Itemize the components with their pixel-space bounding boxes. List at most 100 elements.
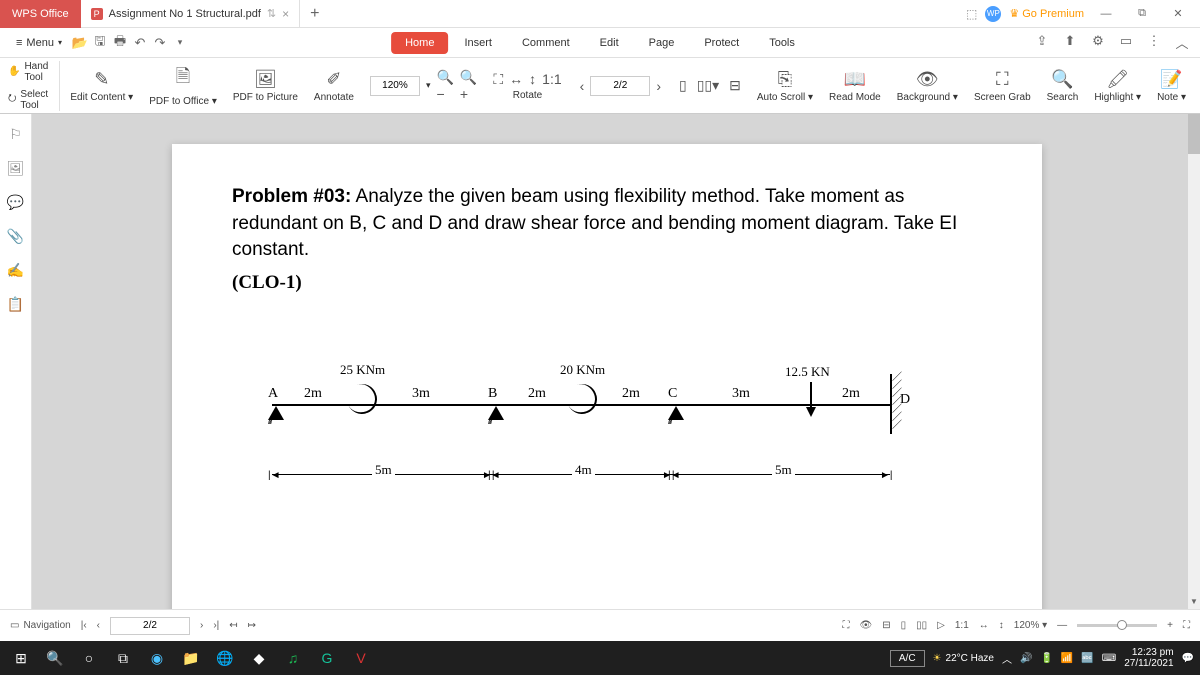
nav-back-icon[interactable]: ↤ <box>229 620 237 631</box>
minimize-button[interactable]: — <box>1092 8 1120 20</box>
highlight-button[interactable]: 🖍Highlight ▾ <box>1088 69 1147 103</box>
upload-icon[interactable]: ⬆ <box>1060 33 1080 52</box>
taskbar-search-icon[interactable]: 🔍 <box>40 644 70 672</box>
read-mode-button[interactable]: 📖Read Mode <box>823 69 887 103</box>
share-icon[interactable]: ⇪ <box>1032 33 1052 52</box>
single-status-icon[interactable]: ▯ <box>901 620 907 631</box>
width-status-icon[interactable]: ↔ <box>979 620 989 631</box>
qat-dropdown-icon[interactable]: ▾ <box>170 37 190 48</box>
pdf-to-picture-button[interactable]: 🖼PDF to Picture <box>227 69 304 103</box>
present-icon[interactable]: ▭ <box>1116 33 1136 52</box>
save-icon[interactable]: 🖫 <box>90 32 110 54</box>
signature-icon[interactable]: ✍ <box>6 260 26 280</box>
edit-content-button[interactable]: ✎Edit Content ▾ <box>64 69 139 103</box>
fullscreen-status-icon[interactable]: ⛶ <box>1183 620 1190 631</box>
search-button[interactable]: 🔍Search <box>1041 69 1085 103</box>
zoom-minus-icon[interactable]: — <box>1057 620 1067 631</box>
edge-icon[interactable]: ◉ <box>142 644 172 672</box>
scroll-down-icon[interactable]: ▼ <box>1188 597 1200 609</box>
next-page-icon[interactable]: › <box>656 78 661 94</box>
grammarly-icon[interactable]: G <box>312 644 342 672</box>
prev-page-icon[interactable]: ‹ <box>580 78 585 94</box>
daemon-icon[interactable]: ◆ <box>244 644 274 672</box>
settings-icon[interactable]: ⚙ <box>1088 33 1108 52</box>
rotate-label[interactable]: Rotate <box>513 90 542 101</box>
attachment-icon[interactable]: 📎 <box>6 226 26 246</box>
note-button[interactable]: 📝Note ▾ <box>1151 69 1192 103</box>
eye-status-icon[interactable]: 👁 <box>860 620 873 631</box>
tab-tools[interactable]: Tools <box>755 32 809 54</box>
tab-edit[interactable]: Edit <box>586 32 633 54</box>
cortana-icon[interactable]: ○ <box>74 644 104 672</box>
open-icon[interactable]: 📂 <box>70 35 90 51</box>
explorer-icon[interactable]: 📁 <box>176 644 206 672</box>
battery-icon[interactable]: 🔋 <box>1040 653 1052 664</box>
weather-widget[interactable]: ☀22°C Haze <box>933 653 994 664</box>
annotate-button[interactable]: ✐Annotate <box>308 69 360 103</box>
document-viewport[interactable]: Problem #03: Analyze the given beam usin… <box>32 114 1188 609</box>
document-tab[interactable]: P Assignment No 1 Structural.pdf ⇅ × <box>81 0 301 28</box>
comments-icon[interactable]: 💬 <box>6 192 26 212</box>
zoom-dropdown-icon[interactable]: ▾ <box>426 80 431 91</box>
first-page-icon[interactable]: |‹ <box>81 620 87 631</box>
maximize-button[interactable]: ⧉ <box>1128 7 1156 20</box>
task-view-icon[interactable]: ⧉ <box>108 644 138 672</box>
window-mode-icon[interactable]: ⬚ <box>966 7 977 21</box>
chrome-icon[interactable]: 🌐 <box>210 644 240 672</box>
prev-page-status-icon[interactable]: ‹ <box>97 620 100 631</box>
fit-height-icon[interactable]: ↕ <box>529 71 536 87</box>
double-status-icon[interactable]: ▯▯ <box>916 620 927 631</box>
nav-fwd-icon[interactable]: ↦ <box>248 620 256 631</box>
collapse-ribbon-icon[interactable]: ︿ <box>1172 33 1192 52</box>
background-button[interactable]: 👁Background ▾ <box>891 69 964 103</box>
close-icon[interactable]: × <box>282 7 289 21</box>
page-input[interactable] <box>590 76 650 96</box>
zoom-in-icon[interactable]: 🔍+ <box>460 69 477 102</box>
ratio-status-icon[interactable]: 1:1 <box>955 620 969 631</box>
zoom-plus-icon[interactable]: + <box>1167 620 1173 631</box>
zoom-slider[interactable] <box>1077 624 1157 627</box>
zoom-input[interactable] <box>370 76 420 96</box>
go-premium-button[interactable]: ♛ Go Premium <box>1009 7 1084 20</box>
fit-view-status-icon[interactable]: ⛶ <box>843 620 850 631</box>
thumbnails-icon[interactable]: 🖼 <box>6 158 26 178</box>
single-page-icon[interactable]: ▯ <box>679 77 687 94</box>
redo-icon[interactable]: ↷ <box>150 35 170 51</box>
scroll-thumb[interactable] <box>1188 114 1200 154</box>
add-tab-button[interactable]: + <box>300 5 329 23</box>
pdf-to-office-button[interactable]: 🗎PDF to Office ▾ <box>143 64 223 107</box>
clock[interactable]: 12:23 pm 27/11/2021 <box>1124 647 1173 669</box>
menu-button[interactable]: ≡ Menu ▾ <box>8 33 70 53</box>
fit-page-icon[interactable]: ⛶ <box>493 71 503 88</box>
form-icon[interactable]: 📋 <box>6 294 26 314</box>
fit-width-icon[interactable]: ↔ <box>509 71 523 87</box>
select-tool[interactable]: ⭮ Select Tool <box>8 89 51 111</box>
last-page-icon[interactable]: ›| <box>213 620 219 631</box>
wifi-icon[interactable]: 📶 <box>1061 653 1073 664</box>
tab-home[interactable]: Home <box>391 32 448 54</box>
start-button[interactable]: ⊞ <box>6 644 36 672</box>
tab-insert[interactable]: Insert <box>450 32 506 54</box>
undo-icon[interactable]: ↶ <box>130 35 150 51</box>
auto-scroll-button[interactable]: ⎘Auto Scroll ▾ <box>751 69 819 103</box>
page-status-input[interactable] <box>110 617 190 635</box>
tray-expand-icon[interactable]: ︿ <box>1002 651 1012 666</box>
height-status-icon[interactable]: ↕ <box>999 620 1004 631</box>
play-status-icon[interactable]: ▷ <box>937 620 945 631</box>
ime-indicator[interactable]: A/C <box>890 650 925 667</box>
hand-tool[interactable]: ✋ Hand Tool <box>8 61 51 83</box>
zoom-out-icon[interactable]: 🔍− <box>436 69 453 102</box>
more-icon[interactable]: ⋮ <box>1144 33 1164 52</box>
print-icon[interactable]: 🖶 <box>110 32 130 54</box>
navigation-toggle[interactable]: ▭ Navigation <box>10 620 71 631</box>
spotify-icon[interactable]: ♫ <box>278 644 308 672</box>
layout-status-icon[interactable]: ⊟ <box>882 620 890 631</box>
language-icon[interactable]: 🔤 <box>1081 653 1093 664</box>
notifications-icon[interactable]: 💬 <box>1182 653 1194 664</box>
vpn-icon[interactable]: V <box>346 644 376 672</box>
two-page-icon[interactable]: ▯▯▾ <box>697 77 719 94</box>
bookmark-icon[interactable]: ⚐ <box>6 124 26 144</box>
continuous-icon[interactable]: ⊟ <box>729 77 741 94</box>
actual-size-icon[interactable]: 1:1 <box>542 71 561 87</box>
close-window-button[interactable]: ✕ <box>1164 7 1192 20</box>
